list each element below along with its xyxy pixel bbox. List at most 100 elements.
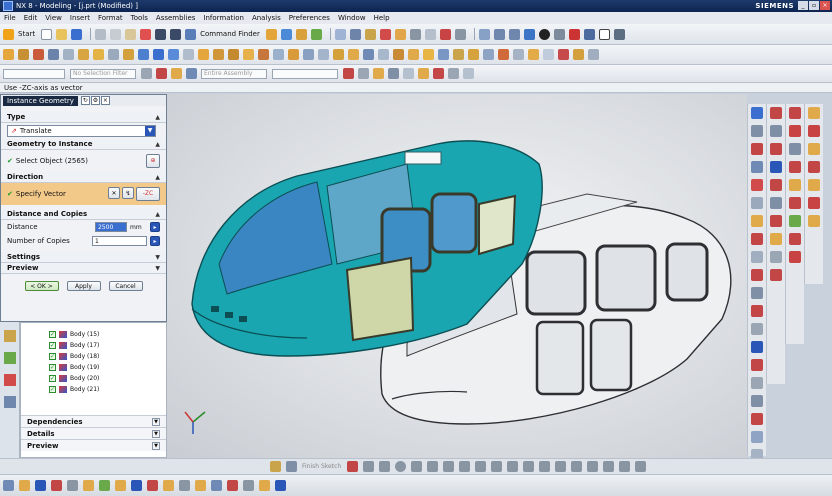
studio-surface-icon[interactable] — [438, 49, 449, 60]
start-button[interactable]: Start — [18, 30, 35, 38]
rotate-icon[interactable] — [493, 28, 505, 40]
snap-combo[interactable] — [272, 68, 338, 79]
project-icon[interactable] — [483, 49, 494, 60]
pattern-icon[interactable] — [273, 49, 284, 60]
menu-format[interactable]: Format — [98, 14, 123, 22]
type-section[interactable]: Type ▲ — [1, 112, 166, 123]
sketch-dimension-icon[interactable] — [789, 233, 801, 245]
graphics-viewport[interactable] — [167, 94, 747, 458]
vector-type-dropdown[interactable]: -ZC — [136, 187, 160, 201]
render-style-icon[interactable] — [538, 28, 550, 40]
feature-panel-icon-7[interactable] — [808, 215, 820, 227]
shell-icon[interactable] — [228, 49, 239, 60]
view-icon-6[interactable] — [409, 28, 421, 40]
feature-panel-icon-6[interactable] — [808, 197, 820, 209]
feature-panel-icon-4[interactable] — [808, 161, 820, 173]
type-dropdown[interactable]: ⇗ Translate ▼ — [7, 125, 156, 137]
menu-file[interactable]: File — [4, 14, 16, 22]
filter-icon[interactable] — [141, 68, 152, 79]
utility-icon-14[interactable] — [211, 480, 222, 491]
cut-icon[interactable] — [95, 28, 107, 40]
blend-icon[interactable] — [198, 49, 209, 60]
feature-icon-1[interactable] — [265, 28, 277, 40]
list-item[interactable]: ✓ Body (18) — [49, 351, 166, 362]
list-item[interactable]: ✓ Body (21) — [49, 384, 166, 395]
snap-icon-7[interactable] — [433, 68, 444, 79]
zoom-icon[interactable] — [478, 28, 490, 40]
snap-icon-4[interactable] — [388, 68, 399, 79]
hole-icon[interactable] — [48, 49, 59, 60]
navigator-preview-panel[interactable]: Preview ▼ — [21, 439, 166, 451]
part-navigator-tab-icon[interactable] — [3, 330, 16, 342]
draft-analysis-icon[interactable] — [751, 431, 763, 443]
trim-icon[interactable] — [507, 461, 519, 472]
sketch-icon[interactable] — [270, 461, 281, 472]
feature-panel-icon-1[interactable] — [808, 107, 820, 119]
sketch-mirror-icon[interactable] — [789, 251, 801, 263]
chamfer-icon[interactable] — [427, 461, 439, 472]
rectangle-icon[interactable] — [443, 461, 455, 472]
analysis-tool-icon[interactable] — [751, 359, 763, 371]
silhouette-icon[interactable] — [770, 269, 782, 281]
copy-icon[interactable] — [110, 28, 122, 40]
wrap-icon[interactable] — [770, 251, 782, 263]
select-icon-1[interactable] — [156, 68, 167, 79]
menu-edit[interactable]: Edit — [24, 14, 38, 22]
select-icon-2[interactable] — [171, 68, 182, 79]
scale-icon[interactable] — [348, 49, 359, 60]
list-item[interactable]: ✓ Body (15) — [49, 329, 166, 340]
pad-icon[interactable] — [93, 49, 104, 60]
menu-view[interactable]: View — [45, 14, 62, 22]
ok-button[interactable]: < OK > — [24, 281, 59, 291]
undo-icon[interactable] — [155, 28, 167, 40]
menu-assemblies[interactable]: Assemblies — [156, 14, 196, 22]
utility-icon-1[interactable] — [3, 480, 14, 491]
checkbox[interactable]: ✓ — [49, 342, 56, 349]
dependencies-panel[interactable]: Dependencies ▼ — [21, 415, 166, 427]
point-icon[interactable] — [475, 461, 487, 472]
fillet-icon[interactable] — [411, 461, 423, 472]
point-icon[interactable] — [573, 49, 584, 60]
sketch-options-icon[interactable] — [603, 461, 615, 472]
swept-icon[interactable] — [393, 49, 404, 60]
select-object-row[interactable]: ✔ Select Object (2565) ⊕ — [1, 150, 166, 172]
checkbox[interactable]: ✓ — [49, 386, 56, 393]
details-panel[interactable]: Details ▼ — [21, 427, 166, 439]
offset-icon[interactable] — [491, 461, 503, 472]
offset-icon[interactable] — [258, 49, 269, 60]
new-icon[interactable] — [41, 28, 53, 40]
extract-icon[interactable] — [528, 49, 539, 60]
snap-icon-2[interactable] — [358, 68, 369, 79]
display-icon-1[interactable] — [568, 28, 580, 40]
scope-combo[interactable]: Entire Assembly — [201, 68, 267, 79]
utility-icon-3[interactable] — [35, 480, 46, 491]
mirror-icon[interactable] — [539, 461, 551, 472]
sew-icon[interactable] — [303, 49, 314, 60]
command-finder-button[interactable]: Command Finder — [200, 30, 260, 38]
divide-curve-icon[interactable] — [751, 287, 763, 299]
utility-icon-17[interactable] — [259, 480, 270, 491]
csys-icon[interactable] — [588, 49, 599, 60]
studio-spline-icon[interactable] — [770, 161, 782, 173]
view-icon-4[interactable] — [379, 28, 391, 40]
display-icon-2[interactable] — [583, 28, 595, 40]
save-icon[interactable] — [71, 28, 83, 40]
pan-icon[interactable] — [508, 28, 520, 40]
snap-icon-8[interactable] — [448, 68, 459, 79]
view-icon-5[interactable] — [394, 28, 406, 40]
settings-section[interactable]: Settings ▼ — [1, 252, 166, 263]
snap-icon-6[interactable] — [418, 68, 429, 79]
dimension-icon[interactable] — [571, 461, 583, 472]
copies-menu-icon[interactable]: ▸ — [150, 236, 160, 246]
checkbox[interactable]: ✓ — [49, 331, 56, 338]
select-icon-3[interactable] — [186, 68, 197, 79]
menu-tools[interactable]: Tools — [131, 14, 148, 22]
surface-tool-icon[interactable] — [751, 323, 763, 335]
geometry-section[interactable]: Geometry to Instance ▲ — [1, 139, 166, 150]
utility-icon-11[interactable] — [163, 480, 174, 491]
join-curve-icon[interactable] — [751, 251, 763, 263]
trim-curve-icon[interactable] — [751, 269, 763, 281]
specify-vector-row[interactable]: ✔ Specify Vector ✕ ↯ -ZC — [1, 183, 166, 205]
utility-icon-7[interactable] — [99, 480, 110, 491]
close-window-button[interactable]: × — [820, 1, 830, 10]
